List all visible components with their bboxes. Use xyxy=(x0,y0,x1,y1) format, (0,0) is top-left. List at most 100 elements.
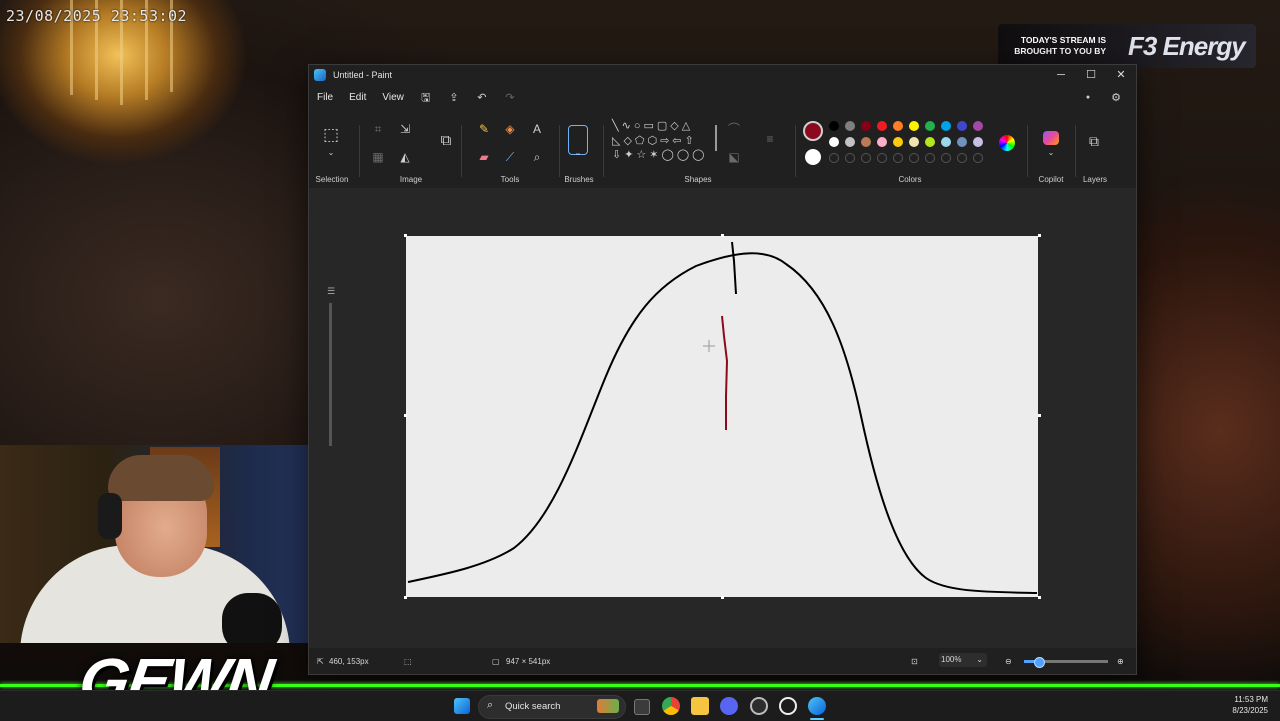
discord-icon[interactable] xyxy=(720,697,738,715)
layers-icon[interactable]: ⧉ xyxy=(1085,133,1103,149)
center-line-stroke xyxy=(731,241,737,295)
resize-handle[interactable] xyxy=(1038,596,1041,599)
minimize-button[interactable]: ─ xyxy=(1046,65,1076,85)
copilot-label: Copilot xyxy=(1038,175,1064,184)
edit-colors-icon[interactable] xyxy=(999,135,1015,151)
brush-size-slider[interactable] xyxy=(329,303,332,446)
resize-handle[interactable] xyxy=(404,414,407,417)
custom-color-slot[interactable] xyxy=(861,153,871,163)
magnifier-icon[interactable]: ⌕ xyxy=(528,149,546,165)
color-swatch[interactable] xyxy=(941,137,951,147)
resize-handle[interactable] xyxy=(721,234,724,237)
color-swatch[interactable] xyxy=(973,121,983,131)
custom-color-slot[interactable] xyxy=(845,153,855,163)
menu-view[interactable]: View xyxy=(374,87,412,109)
share-icon[interactable]: ⇪ xyxy=(440,87,468,109)
title-bar[interactable]: Untitled - Paint ─ ☐ ✕ xyxy=(309,65,1136,85)
color-picker-icon[interactable]: ⟋ xyxy=(501,149,519,165)
fill-icon[interactable]: ◈ xyxy=(501,121,519,137)
file-explorer-icon[interactable] xyxy=(691,697,709,715)
custom-color-slot[interactable] xyxy=(957,153,967,163)
paint-taskbar-icon[interactable] xyxy=(808,697,826,715)
zoom-slider[interactable] xyxy=(1024,657,1108,668)
custom-color-slot[interactable] xyxy=(909,153,919,163)
active-color-swatch[interactable] xyxy=(803,121,823,141)
custom-color-slot[interactable] xyxy=(925,153,935,163)
text-icon[interactable]: A xyxy=(528,121,546,137)
image-generate-icon[interactable]: ⧉ xyxy=(437,133,455,149)
color-swatch[interactable] xyxy=(925,137,935,147)
custom-color-slot[interactable] xyxy=(973,153,983,163)
account-icon[interactable]: ● xyxy=(1074,87,1102,109)
chevron-down-icon[interactable]: ⌄ xyxy=(322,145,340,161)
settings-icon[interactable]: ⚙ xyxy=(1102,87,1130,109)
color-swatch[interactable] xyxy=(909,121,919,131)
resize-handle[interactable] xyxy=(1038,414,1041,417)
resize-icon[interactable]: ⇲ xyxy=(396,121,414,137)
chevron-down-icon[interactable]: ⌄ xyxy=(569,145,587,161)
color-swatch[interactable] xyxy=(957,121,967,131)
color-swatch[interactable] xyxy=(957,137,967,147)
start-icon[interactable] xyxy=(454,698,470,714)
outline-icon[interactable]: ⌒ xyxy=(725,121,743,137)
color-swatch[interactable] xyxy=(845,137,855,147)
taskbar-search[interactable]: ⌕ Quick search xyxy=(478,695,626,719)
line-width-icon[interactable]: ≡ xyxy=(761,131,779,147)
clock-app-icon[interactable] xyxy=(779,697,797,715)
menu-file[interactable]: File xyxy=(309,87,341,109)
color-swatch[interactable] xyxy=(861,121,871,131)
chevron-down-icon[interactable]: ⌄ xyxy=(1042,145,1060,161)
zoom-slider-thumb[interactable] xyxy=(1034,657,1045,668)
obs-icon[interactable] xyxy=(750,697,768,715)
window-controls: ─ ☐ ✕ xyxy=(1046,65,1136,85)
task-view-icon[interactable] xyxy=(634,699,650,715)
color-swatch[interactable] xyxy=(877,121,887,131)
color-swatch[interactable] xyxy=(829,137,839,147)
stream-timestamp: 23/08/2025 23:53:02 xyxy=(6,7,188,25)
color-swatch[interactable] xyxy=(861,137,871,147)
custom-color-slot[interactable] xyxy=(893,153,903,163)
resize-handle[interactable] xyxy=(1038,234,1041,237)
shapes-scrollbar[interactable] xyxy=(715,125,717,151)
save-icon[interactable]: 🖫 xyxy=(412,87,440,109)
pencil-icon[interactable]: ✎ xyxy=(475,121,493,137)
zoom-out-icon[interactable]: ⊖ xyxy=(1005,657,1012,666)
zoom-dropdown[interactable]: 100% ⌄ xyxy=(939,653,987,667)
rotate-icon[interactable]: ◭ xyxy=(396,149,414,165)
resize-handle[interactable] xyxy=(404,234,407,237)
background-remove-icon[interactable]: ▦ xyxy=(369,149,387,165)
drawing-canvas[interactable] xyxy=(406,236,1038,597)
color-swatch[interactable] xyxy=(893,137,903,147)
color-swatch[interactable] xyxy=(877,137,887,147)
undo-icon[interactable]: ↶ xyxy=(468,87,496,109)
menu-edit[interactable]: Edit xyxy=(341,87,374,109)
eraser-icon[interactable]: ▰ xyxy=(475,149,493,165)
resize-handle[interactable] xyxy=(404,596,407,599)
color-swatch[interactable] xyxy=(909,137,919,147)
chrome-icon[interactable] xyxy=(662,697,680,715)
custom-color-slot[interactable] xyxy=(877,153,887,163)
resize-handle[interactable] xyxy=(721,596,724,599)
color-swatch[interactable] xyxy=(845,121,855,131)
selection-icon[interactable]: ⬚ xyxy=(321,126,341,143)
custom-color-slot[interactable] xyxy=(941,153,951,163)
maximize-button[interactable]: ☐ xyxy=(1076,65,1106,85)
color-swatch[interactable] xyxy=(829,121,839,131)
secondary-color-swatch[interactable] xyxy=(805,149,821,165)
crop-icon[interactable]: ⌗ xyxy=(369,121,387,137)
system-clock[interactable]: 11:53 PM 8/23/2025 xyxy=(1232,694,1268,716)
redo-icon[interactable]: ↷ xyxy=(496,87,524,109)
copilot-icon[interactable] xyxy=(1043,131,1059,145)
custom-color-slot[interactable] xyxy=(829,153,839,163)
color-swatch[interactable] xyxy=(941,121,951,131)
ribbon-toolbar: ⬚ ⌄ Selection ⌗ ⇲ ▦ ◭ ⧉ Image ✎ ◈ A ▰ ⟋ … xyxy=(309,115,1136,185)
shape-fill-icon[interactable]: ⬕ xyxy=(725,149,743,165)
color-swatch[interactable] xyxy=(893,121,903,131)
zoom-in-icon[interactable]: ⊕ xyxy=(1117,657,1124,666)
fit-to-window-icon[interactable]: ⊡ xyxy=(911,657,918,666)
close-button[interactable]: ✕ xyxy=(1106,65,1136,85)
shapes-gallery[interactable]: ╲∿○▭▢◇△ ◺◇⬠⬡⇨⇦⇧ ⇩✦☆✶◯◯◯ xyxy=(612,119,712,163)
color-swatch[interactable] xyxy=(973,137,983,147)
color-swatch[interactable] xyxy=(925,121,935,131)
search-icon: ⌕ xyxy=(487,699,494,711)
